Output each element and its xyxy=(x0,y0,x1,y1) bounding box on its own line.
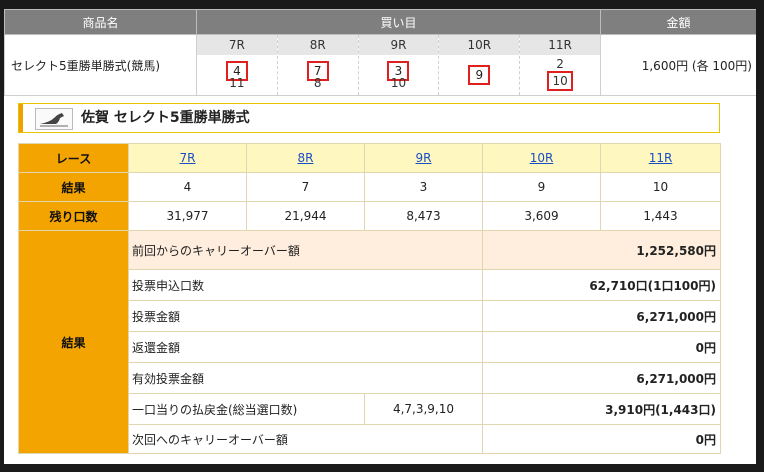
pick-race: 10R xyxy=(439,35,520,55)
result-row: 結果 4 7 3 9 10 xyxy=(18,172,721,202)
row-label: 返還金額 xyxy=(128,331,483,363)
result-value: 4 xyxy=(128,172,247,202)
winning-combination: 4,7,3,9,10 xyxy=(364,393,483,425)
table-row: 結果 前回からのキャリーオーバー額 1,252,580円 xyxy=(18,230,721,454)
row-label: 投票金額 xyxy=(128,300,483,332)
pick-main: 9 xyxy=(468,65,491,85)
row-value: 3,910円(1,443口) xyxy=(482,393,721,425)
row-label: 一口当りの払戻金(総当選口数) xyxy=(128,393,365,425)
row-value: 62,710口(1口100円) xyxy=(482,269,721,301)
section-title: 佐賀 セレクト5重勝単勝式 xyxy=(81,110,250,126)
row-value: 0円 xyxy=(482,331,721,363)
row-label: 投票申込口数 xyxy=(128,269,483,301)
picks-cell: 7R 4 11 8R 7 8 9R 3 10 10R 9 11R 2 10 xyxy=(196,34,601,96)
purchase-amount: 1,600円 (各 100円) xyxy=(600,34,756,96)
remaining-label: 残り口数 xyxy=(18,201,129,231)
product-header: 商品名 xyxy=(4,9,197,35)
remaining-value: 8,473 xyxy=(364,201,483,231)
row-value: 6,271,000円 xyxy=(482,362,721,394)
result-label: 結果 xyxy=(18,172,129,202)
race-link-7r[interactable]: 7R xyxy=(180,151,196,165)
race-link-9r[interactable]: 9R xyxy=(416,151,432,165)
race-row: レース 7R 8R 9R 10R 11R xyxy=(18,143,721,173)
row-label: 有効投票金額 xyxy=(128,362,483,394)
pick-column: 7R 4 11 xyxy=(197,35,278,95)
row-value: 0円 xyxy=(482,424,721,454)
race-link-8r[interactable]: 8R xyxy=(298,151,314,165)
remaining-value: 1,443 xyxy=(600,201,721,231)
race-label: レース xyxy=(18,143,129,173)
race-link-10r[interactable]: 10R xyxy=(530,151,554,165)
result-value: 7 xyxy=(246,172,365,202)
pick-race: 8R xyxy=(277,35,358,55)
row-label: 次回へのキャリーオーバー額 xyxy=(128,424,483,454)
pick-sub: 10 xyxy=(390,76,407,90)
pick-column: 11R 2 10 xyxy=(520,35,600,95)
header-accent xyxy=(19,104,23,132)
pick-column: 8R 7 8 xyxy=(277,35,359,95)
remaining-value: 31,977 xyxy=(128,201,247,231)
summary-label: 結果 xyxy=(18,230,129,454)
section-header-bar: 佐賀 セレクト5重勝単勝式 xyxy=(18,103,720,133)
result-table: レース 7R 8R 9R 10R 11R 結果 4 7 3 9 10 残り口数 … xyxy=(18,143,721,454)
pick-race: 11R xyxy=(520,35,600,55)
amount-header: 金額 xyxy=(600,9,756,35)
product-name: セレクト5重勝単勝式(競馬) xyxy=(4,34,197,96)
pick-race: 7R xyxy=(197,35,277,55)
picks-header: 買い目 xyxy=(196,9,601,35)
pick-column: 9R 3 10 xyxy=(358,35,440,95)
row-label: 前回からのキャリーオーバー額 xyxy=(128,230,483,270)
pick-race: 9R xyxy=(358,35,439,55)
remaining-value: 21,944 xyxy=(246,201,365,231)
pick-column: 10R 9 xyxy=(439,35,521,95)
pick-sub: 11 xyxy=(229,76,245,90)
purchase-table: 商品名 買い目 金額 セレクト5重勝単勝式(競馬) 7R 4 11 8R 7 8 xyxy=(4,9,756,96)
pick-sub: 10 xyxy=(547,71,574,91)
horse-logo-icon xyxy=(35,108,73,130)
row-value: 1,252,580円 xyxy=(482,230,721,270)
result-value: 9 xyxy=(482,172,601,202)
content-frame: 商品名 買い目 金額 セレクト5重勝単勝式(競馬) 7R 4 11 8R 7 8 xyxy=(4,9,756,464)
pick-sub: 8 xyxy=(313,76,322,90)
result-value: 3 xyxy=(364,172,483,202)
race-link-11r[interactable]: 11R xyxy=(649,151,673,165)
result-value: 10 xyxy=(600,172,721,202)
remaining-row: 残り口数 31,977 21,944 8,473 3,609 1,443 xyxy=(18,201,721,231)
row-value: 6,271,000円 xyxy=(482,300,721,332)
remaining-value: 3,609 xyxy=(482,201,601,231)
